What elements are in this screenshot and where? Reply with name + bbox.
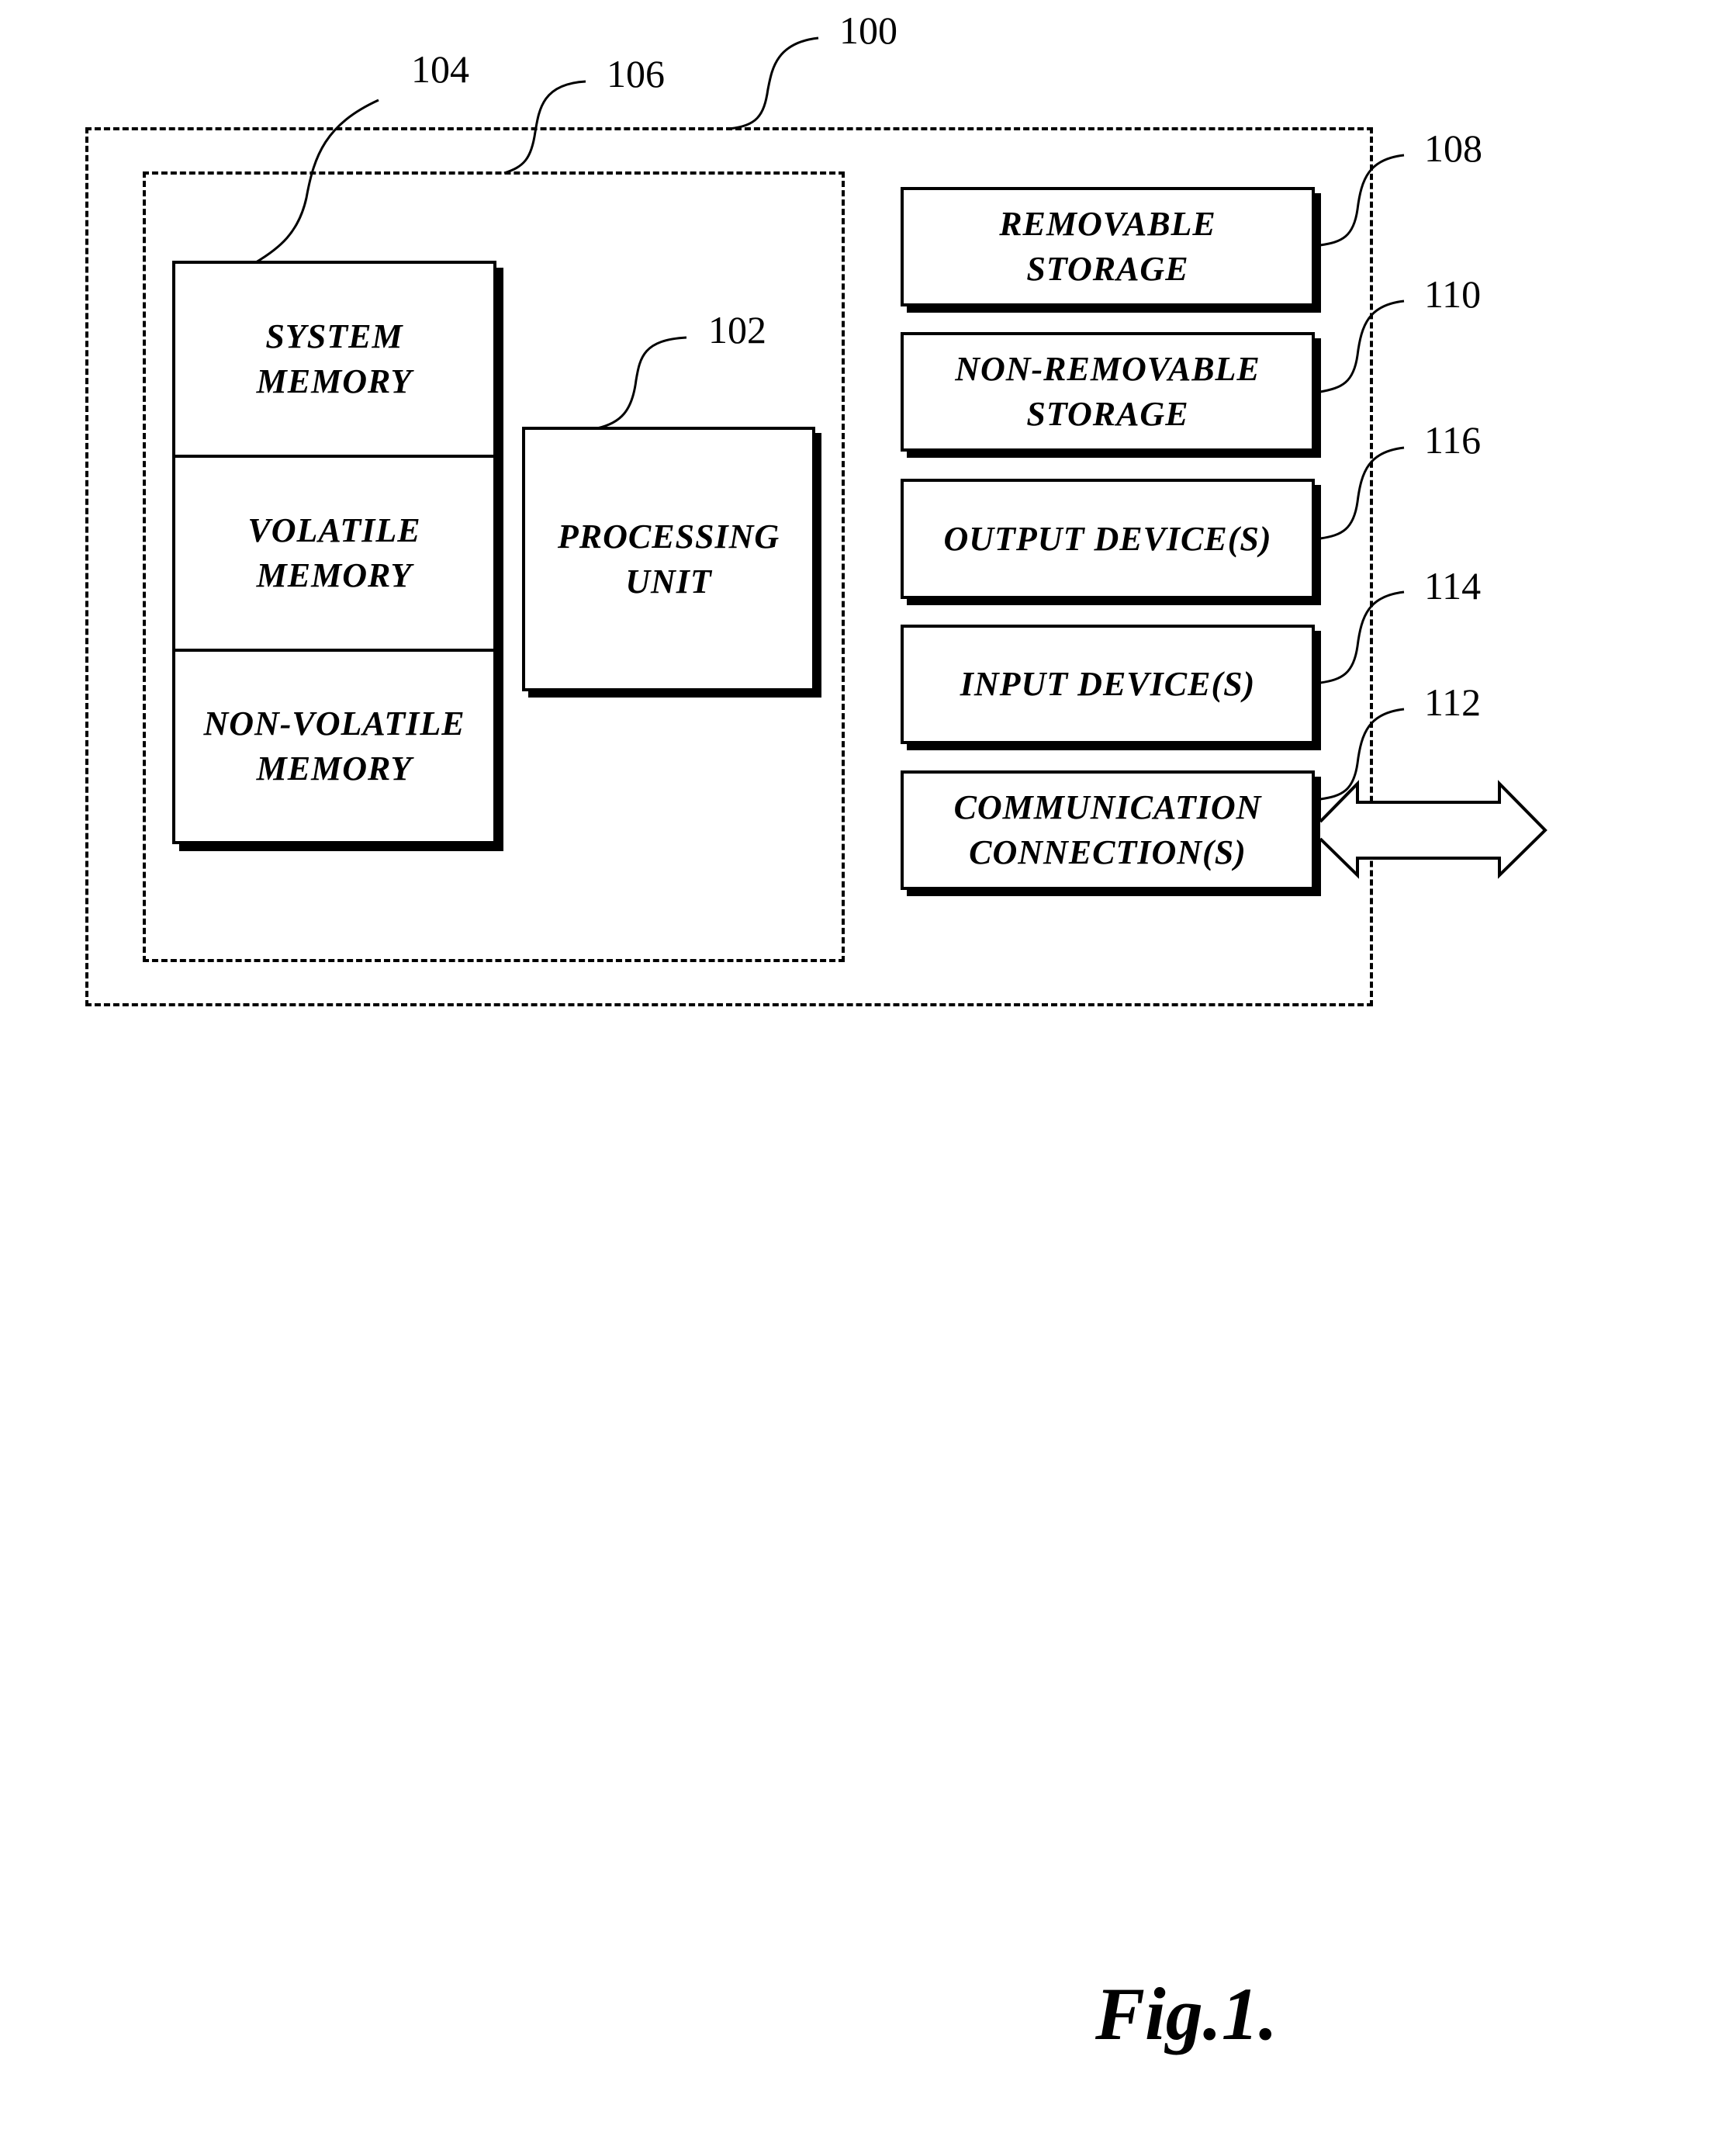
leader-lines-layer: [255, 36, 1548, 879]
leader-line-114: [1319, 590, 1405, 684]
ref-106: 106: [607, 52, 665, 95]
ref-102: 102: [708, 308, 766, 351]
ref-116: 116: [1424, 418, 1482, 462]
leader-line-112: [1319, 708, 1405, 801]
leader-line-116: [1319, 446, 1405, 540]
ref-110: 110: [1424, 272, 1482, 316]
ref-108: 108: [1424, 126, 1482, 170]
ref-112: 112: [1424, 680, 1482, 724]
leader-line-102: [597, 336, 687, 430]
figure-caption: Fig.1.: [1095, 1972, 1278, 2055]
leader-line-108: [1319, 154, 1405, 247]
leader-line-100: [728, 36, 819, 130]
leader-line-110: [1319, 299, 1405, 393]
ref-100: 100: [839, 9, 897, 52]
patent-figure: SYSTEM MEMORY VOLATILE MEMORY NON-VOLATI…: [0, 0, 1736, 2150]
ref-104: 104: [411, 47, 469, 91]
leader-line-106: [503, 80, 586, 175]
leader-line-104: [255, 99, 379, 264]
ref-114: 114: [1424, 564, 1482, 608]
double-headed-arrow-icon: [1319, 780, 1548, 879]
